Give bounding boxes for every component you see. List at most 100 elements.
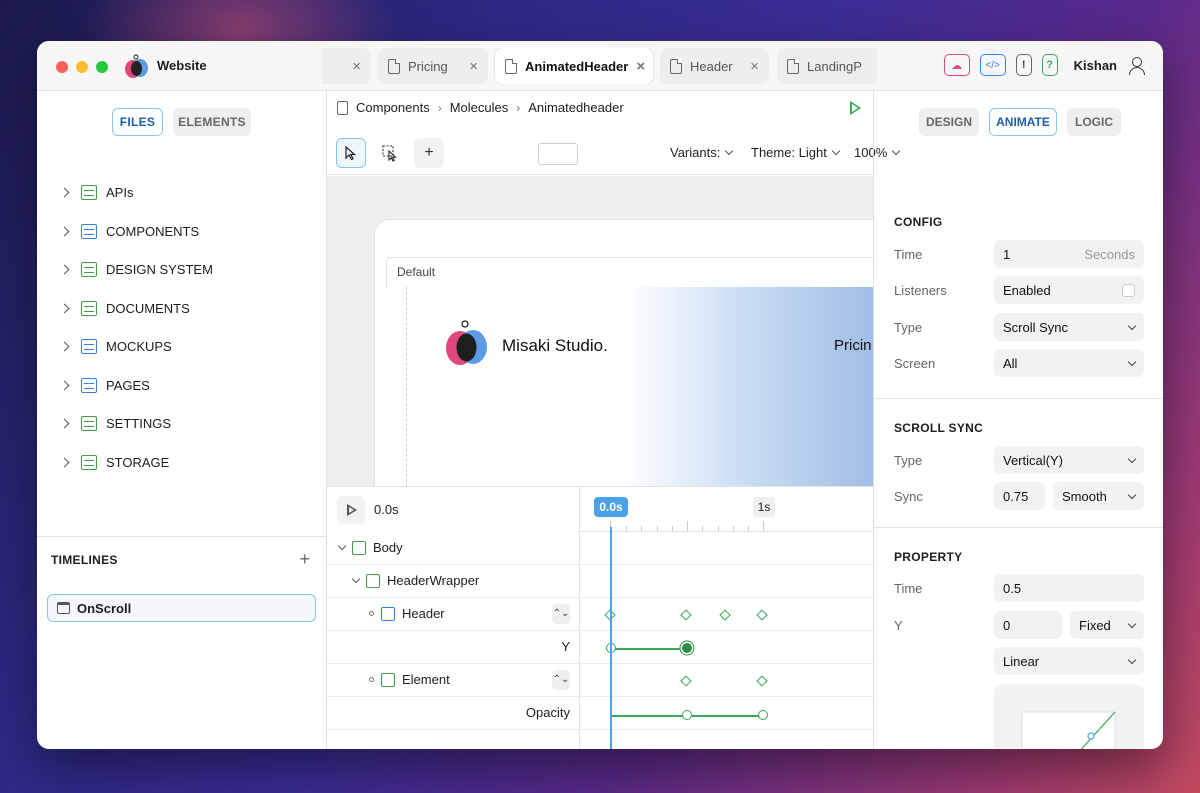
tree-item-design-system[interactable]: DESIGN SYSTEM — [59, 256, 213, 282]
property-time-label: Time — [894, 581, 923, 596]
keyframe-node[interactable] — [682, 710, 692, 720]
tree-item-label: MOCKUPS — [106, 338, 172, 354]
select-tool-button[interactable] — [336, 138, 366, 168]
ruler-tick — [687, 521, 688, 531]
tween-segment[interactable] — [611, 648, 687, 650]
tab-files[interactable]: FILES — [112, 108, 163, 136]
maximize-window-button[interactable] — [96, 61, 108, 73]
frame-select-tool-button[interactable] — [375, 138, 405, 168]
timeline-row-element[interactable]: Element ⌃⌄ — [327, 664, 873, 697]
tab-header[interactable]: Header × — [660, 48, 769, 84]
listeners-field[interactable]: Enabled — [994, 276, 1144, 304]
close-tab-icon[interactable]: × — [352, 59, 361, 74]
breadcrumb-item[interactable]: Animatedheader — [528, 100, 623, 115]
type-select[interactable]: Scroll Sync — [994, 313, 1144, 341]
tree-item-pages[interactable]: PAGES — [59, 372, 150, 398]
preview-play-icon[interactable] — [850, 101, 861, 115]
settings-icon — [81, 415, 97, 431]
tree-item-storage[interactable]: STORAGE — [59, 449, 170, 475]
divider — [874, 527, 1163, 528]
bullet-icon — [369, 677, 374, 682]
tab-design[interactable]: DESIGN — [919, 108, 979, 136]
minimize-window-button[interactable] — [76, 61, 88, 73]
breadcrumb-item[interactable]: Components — [356, 100, 430, 115]
timeline-row-body[interactable]: Body — [327, 532, 873, 565]
user-icon[interactable] — [1127, 56, 1145, 75]
timeline-play-button[interactable] — [337, 496, 365, 524]
tab-label: Header — [690, 58, 733, 74]
ruler-tick — [641, 526, 642, 531]
theme-dropdown[interactable]: Theme: Light — [751, 145, 841, 160]
tab-clipped[interactable]: ‹ × — [322, 48, 371, 84]
timeline-row-header[interactable]: Header ⌃⌄ — [327, 598, 873, 631]
tab-logic[interactable]: LOGIC — [1067, 108, 1121, 136]
chevron-right-icon — [59, 341, 70, 351]
document-icon — [388, 58, 400, 74]
nav-item-pricing[interactable]: Pricin — [834, 337, 872, 354]
left-panel: FILES ELEMENTS APIs COMPONENTS DESIGN SY… — [37, 91, 327, 749]
tree-item-documents[interactable]: DOCUMENTS — [59, 295, 190, 321]
duration-field[interactable]: 1 Seconds — [994, 240, 1144, 268]
tree-item-apis[interactable]: APIs — [59, 179, 133, 205]
code-icon[interactable]: </> — [979, 54, 1006, 76]
close-tab-icon[interactable]: × — [750, 59, 759, 74]
tree-item-label: PAGES — [106, 377, 150, 393]
add-timeline-icon[interactable]: + — [299, 549, 310, 570]
tree-item-mockups[interactable]: MOCKUPS — [59, 333, 172, 359]
chevron-right-icon: › — [437, 100, 442, 115]
y-input[interactable]: 0 — [994, 611, 1062, 639]
property-time-field[interactable]: 0.5 — [994, 574, 1144, 602]
frame-label[interactable]: Default — [386, 257, 873, 287]
keyframe-node-selected[interactable] — [682, 643, 692, 653]
close-tab-icon[interactable]: × — [636, 59, 645, 74]
screen-select[interactable]: All — [994, 349, 1144, 377]
ruler-tick — [748, 526, 749, 531]
expand-collapse-icon[interactable]: ⌃⌄ — [552, 670, 570, 690]
cloud-icon[interactable]: ☁ — [943, 54, 970, 76]
app-window: Website ‹ × Pricing × AnimatedHeader × H… — [37, 41, 1163, 749]
sync-type-label: Type — [894, 453, 923, 468]
sync-mode-select[interactable]: Smooth — [1053, 482, 1144, 510]
sync-type-select[interactable]: Vertical(Y) — [994, 446, 1144, 474]
listeners-value: Enabled — [1003, 282, 1051, 298]
warning-icon[interactable]: ! — [1015, 54, 1032, 76]
close-window-button[interactable] — [56, 61, 68, 73]
close-tab-icon[interactable]: × — [469, 59, 478, 74]
breadcrumb-item[interactable]: Molecules — [450, 100, 509, 115]
playhead-line[interactable] — [610, 527, 612, 749]
timeline-ruler[interactable]: 0.0s 1s — [580, 487, 873, 532]
property-label-y: Y — [561, 639, 570, 654]
tree-item-settings[interactable]: SETTINGS — [59, 410, 171, 436]
y-mode-select[interactable]: Fixed — [1070, 611, 1144, 639]
header-preview[interactable] — [406, 287, 873, 486]
tab-animate[interactable]: ANIMATE — [989, 108, 1057, 136]
chevron-right-icon — [59, 380, 70, 390]
keyframe-node[interactable] — [758, 710, 768, 720]
expand-collapse-icon[interactable]: ⌃⌄ — [552, 604, 570, 624]
row-label: HeaderWrapper — [351, 573, 479, 588]
timeline-row-headerwrapper[interactable]: HeaderWrapper — [327, 565, 873, 598]
timeline-row-opacity[interactable]: Opacity — [327, 697, 873, 730]
tab-landingpage[interactable]: LandingP — [777, 48, 877, 84]
tab-animatedheader[interactable]: AnimatedHeader × — [495, 48, 653, 84]
variants-dropdown[interactable]: Variants: — [670, 145, 734, 160]
help-icon[interactable]: ? — [1041, 54, 1058, 76]
timeline-item-onscroll[interactable]: OnScroll — [47, 594, 316, 622]
brand-name: Misaki Studio. — [502, 336, 608, 355]
timeline-row-y[interactable]: Y — [327, 631, 873, 664]
easing-curve-editor[interactable] — [994, 684, 1144, 749]
chevron-down-icon — [725, 146, 734, 156]
frame-size-icon[interactable] — [538, 143, 578, 165]
listeners-checkbox[interactable] — [1122, 283, 1135, 297]
tab-pricing[interactable]: Pricing × — [378, 48, 488, 84]
y-label: Y — [894, 618, 903, 633]
tree-item-label: STORAGE — [106, 454, 170, 470]
easing-select[interactable]: Linear — [994, 647, 1144, 675]
sync-input[interactable]: 0.75 — [994, 482, 1045, 510]
tree-item-components[interactable]: COMPONENTS — [59, 218, 199, 244]
playhead-label[interactable]: 0.0s — [594, 497, 628, 517]
chevron-right-icon — [59, 264, 70, 274]
design-canvas[interactable]: Default Misaki Studio. Pricin — [327, 176, 873, 486]
add-tool-button[interactable]: + — [414, 138, 444, 168]
tab-elements[interactable]: ELEMENTS — [173, 108, 251, 136]
